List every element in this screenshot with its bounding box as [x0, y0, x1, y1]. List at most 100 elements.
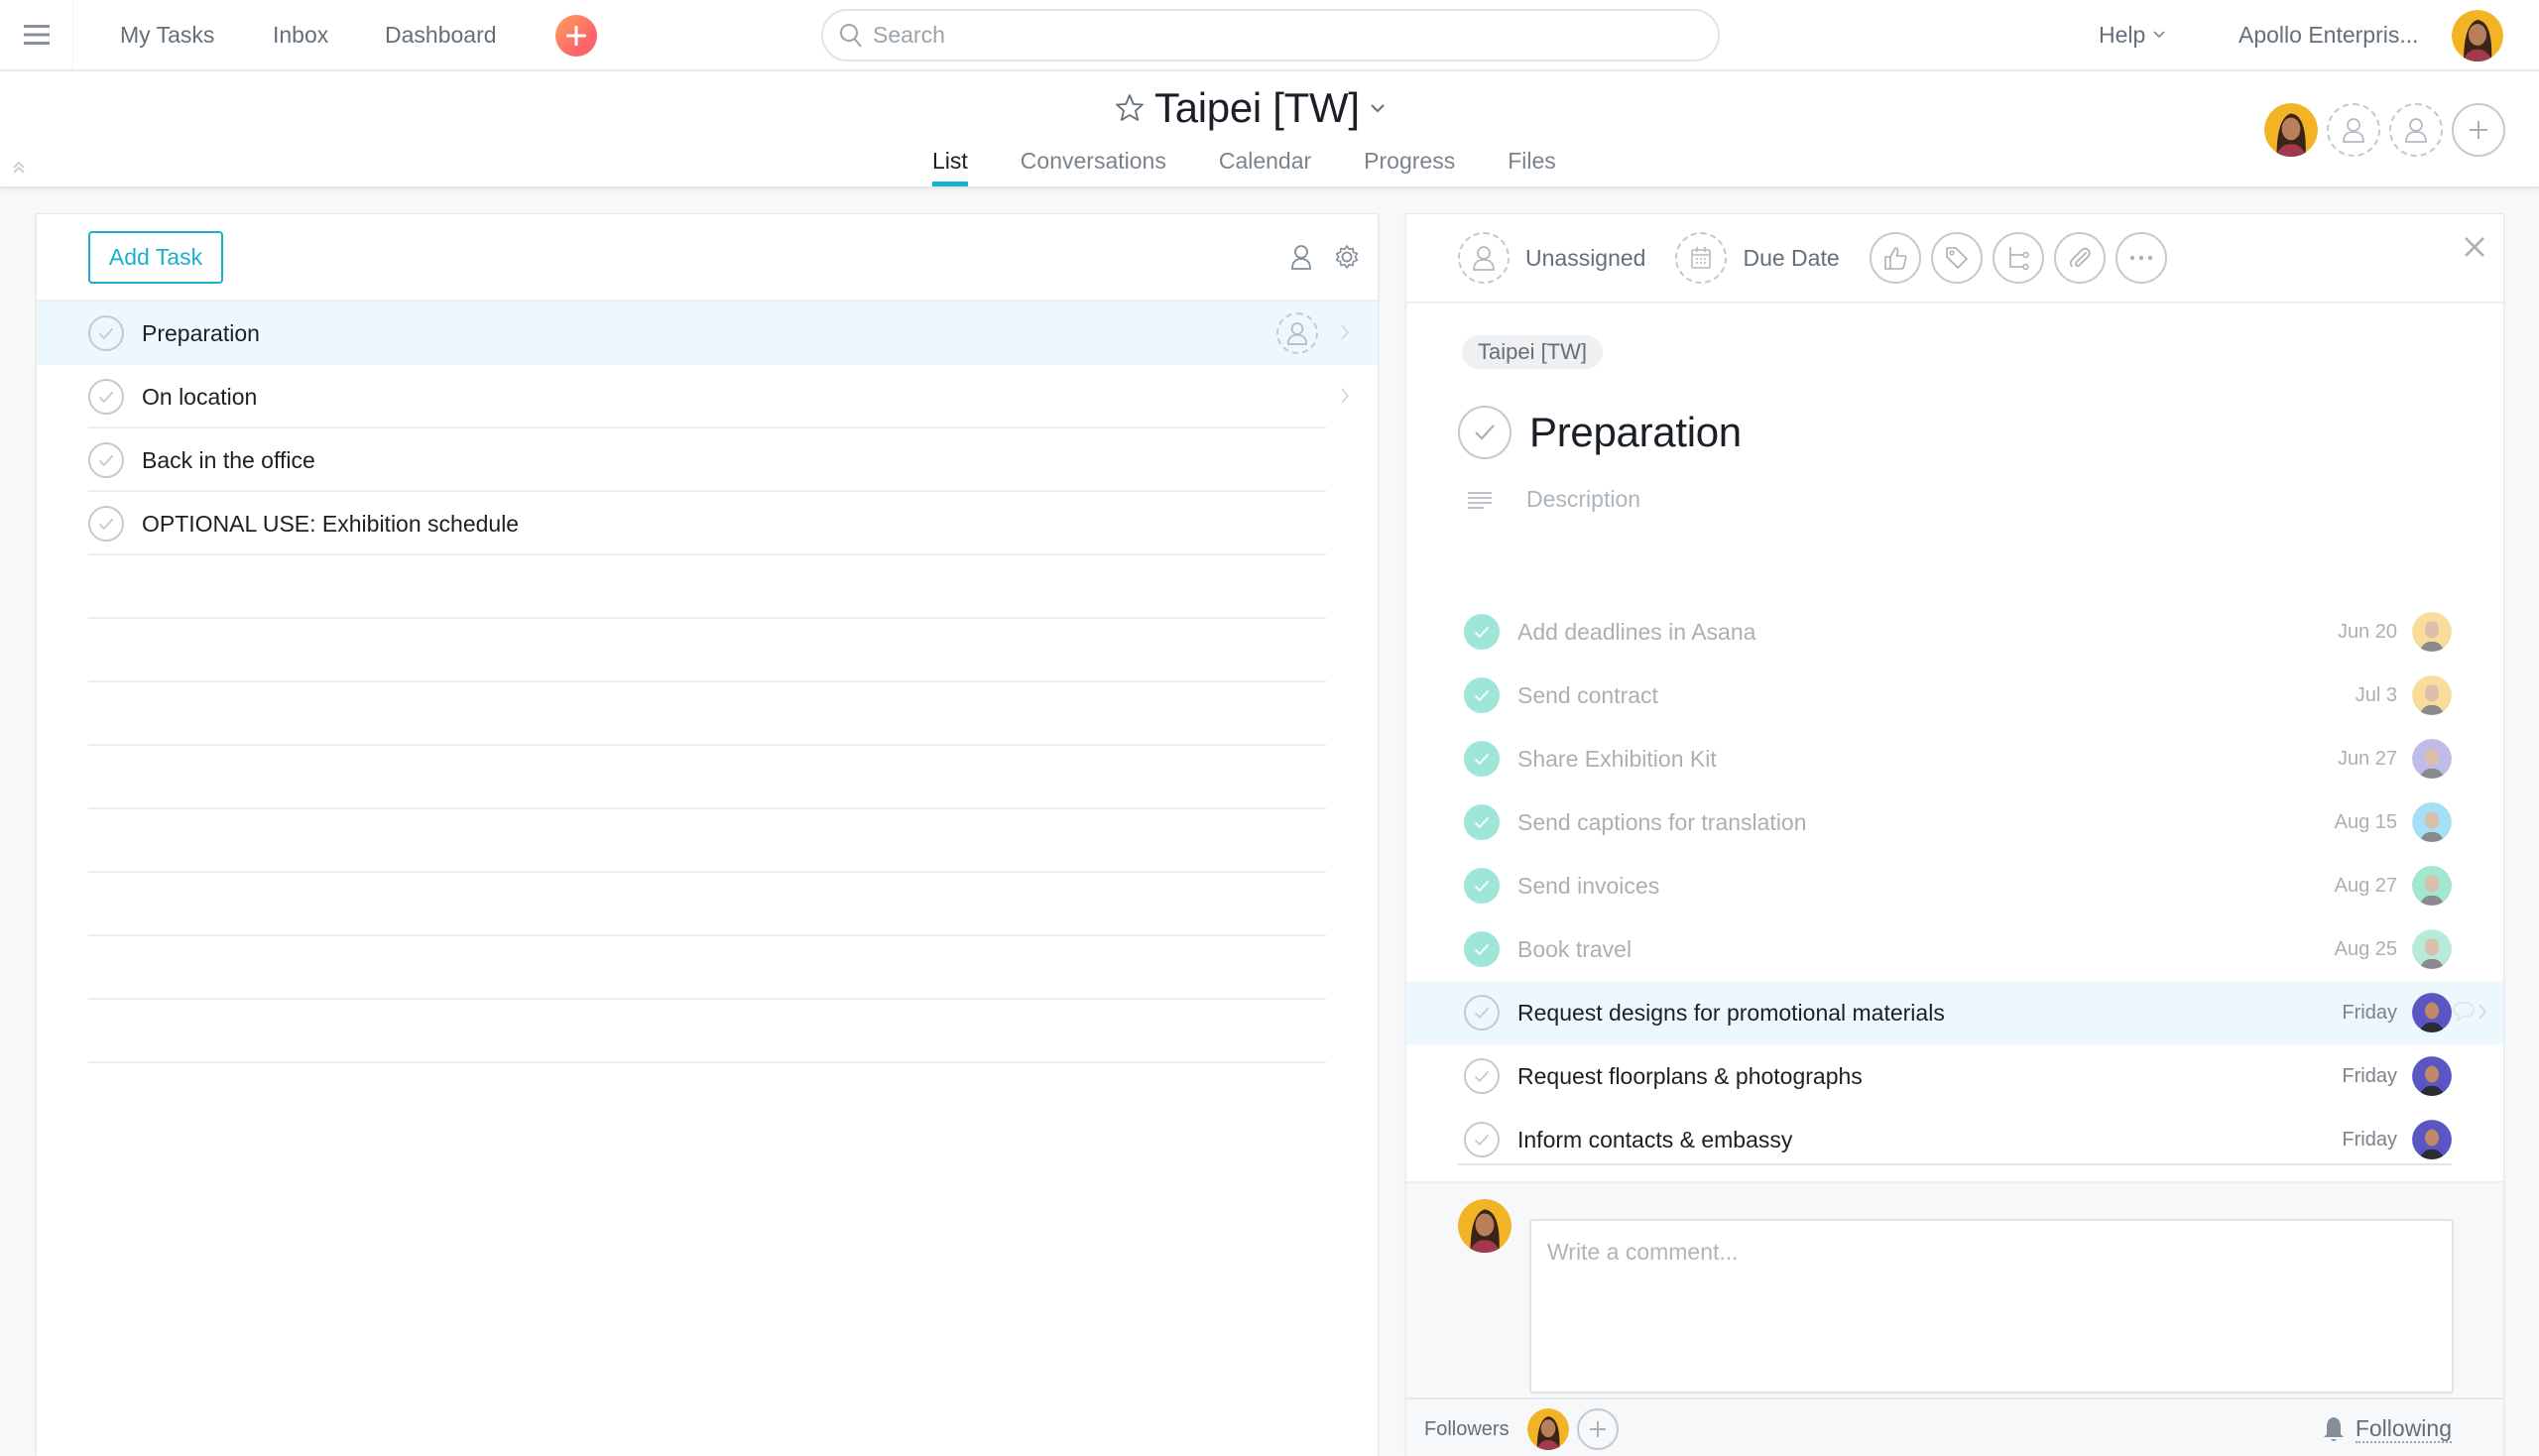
member-avatar[interactable] — [2264, 103, 2318, 157]
subtask-name[interactable]: Send invoices — [1517, 873, 1659, 900]
search-input[interactable] — [873, 22, 1686, 49]
attachment-button[interactable] — [2053, 232, 2106, 284]
subtask-due-date[interactable]: Jun 27 — [2338, 748, 2397, 771]
tab-list[interactable]: List — [932, 143, 968, 186]
subtask-assignee-avatar[interactable] — [2412, 929, 2452, 969]
subtask-checkbox[interactable] — [1464, 677, 1500, 713]
subtask-checkbox[interactable] — [1464, 804, 1500, 840]
add-follower-button[interactable] — [1576, 1408, 1619, 1450]
empty-task-row[interactable] — [37, 1000, 1378, 1063]
empty-task-row[interactable] — [37, 746, 1378, 809]
subtask-checkbox[interactable] — [1464, 1122, 1500, 1157]
nav-inbox[interactable]: Inbox — [273, 0, 328, 69]
subtask-name[interactable]: Book travel — [1517, 936, 1632, 963]
subtask-assignee-avatar[interactable] — [2412, 993, 2452, 1032]
add-task-button[interactable]: Add Task — [88, 231, 223, 284]
collapse-header-button[interactable] — [12, 161, 26, 175]
follower-avatar[interactable] — [1526, 1408, 1569, 1450]
tab-files[interactable]: Files — [1508, 143, 1556, 186]
project-pill[interactable]: Taipei [TW] — [1462, 335, 1604, 369]
subtask-name[interactable]: Inform contacts & embassy — [1517, 1127, 1792, 1153]
subtask-row[interactable]: Request designs for promotional material… — [1406, 981, 2503, 1044]
close-detail-button[interactable] — [2464, 236, 2485, 258]
task-row[interactable]: Back in the office — [37, 428, 1378, 492]
subtask-name[interactable]: Request floorplans & photographs — [1517, 1063, 1863, 1090]
empty-task-row[interactable] — [37, 555, 1378, 619]
help-menu[interactable]: Help — [2099, 0, 2165, 69]
nav-dashboard[interactable]: Dashboard — [385, 0, 497, 69]
task-row[interactable]: Preparation — [37, 302, 1378, 365]
task-details-button[interactable] — [1340, 323, 1350, 341]
subtask-checkbox[interactable] — [1464, 741, 1500, 777]
task-checkbox[interactable] — [88, 442, 124, 478]
subtask-checkbox[interactable] — [1464, 995, 1500, 1031]
task-row[interactable]: On location — [37, 365, 1378, 428]
subtask-due-date[interactable]: Friday — [2342, 1002, 2397, 1025]
subtask-row[interactable]: Request floorplans & photographs Friday — [1406, 1044, 2503, 1108]
subtask-assignee-avatar[interactable] — [2412, 612, 2452, 652]
subtask-due-date[interactable]: Friday — [2342, 1129, 2397, 1152]
subtask-row[interactable]: Inform contacts & embassy Friday — [1406, 1108, 2503, 1171]
tab-calendar[interactable]: Calendar — [1219, 143, 1311, 186]
comment-input[interactable] — [1529, 1219, 2454, 1394]
subtask-row[interactable]: Share Exhibition Kit Jun 27 — [1406, 727, 2503, 790]
subtask-row[interactable]: Add deadlines in Asana Jun 20 — [1406, 600, 2503, 664]
project-title[interactable]: Taipei [TW] — [1154, 84, 1360, 132]
subtask-due-date[interactable]: Friday — [2342, 1065, 2397, 1088]
subtask-due-date[interactable]: Jun 20 — [2338, 621, 2397, 644]
subtask-assignee-avatar[interactable] — [2412, 802, 2452, 842]
following-toggle[interactable]: Following — [2322, 1415, 2452, 1443]
chevron-down-icon[interactable] — [1370, 103, 1386, 113]
empty-task-row[interactable] — [37, 873, 1378, 936]
task-name[interactable]: On location — [142, 384, 257, 411]
assignee-button[interactable]: Unassigned — [1458, 232, 1645, 284]
complete-task-checkbox[interactable] — [1458, 406, 1511, 459]
sidebar-toggle-button[interactable] — [0, 0, 73, 69]
subtask-due-date[interactable]: Aug 27 — [2335, 875, 2397, 898]
subtask-name[interactable]: Send captions for translation — [1517, 809, 1807, 836]
task-name[interactable]: OPTIONAL USE: Exhibition schedule — [142, 511, 519, 538]
star-icon[interactable] — [1115, 93, 1145, 123]
tab-progress[interactable]: Progress — [1364, 143, 1455, 186]
empty-task-row[interactable] — [37, 809, 1378, 873]
more-actions-button[interactable] — [2115, 232, 2167, 284]
subtask-due-date[interactable]: Aug 25 — [2335, 938, 2397, 961]
task-checkbox[interactable] — [88, 315, 124, 351]
subtask-checkbox[interactable] — [1464, 931, 1500, 967]
subtask-assignee-avatar[interactable] — [2412, 739, 2452, 779]
subtask-due-date[interactable]: Jul 3 — [2356, 684, 2397, 707]
person-filter-icon[interactable] — [1290, 244, 1312, 270]
subtask-name[interactable]: Share Exhibition Kit — [1517, 746, 1717, 773]
subtask-name[interactable]: Send contract — [1517, 682, 1658, 709]
subtask-row[interactable]: Send invoices Aug 27 — [1406, 854, 2503, 917]
user-avatar[interactable] — [2452, 10, 2503, 61]
task-details-button[interactable] — [1340, 387, 1350, 405]
organization-switcher[interactable]: Apollo Enterpris... — [2238, 0, 2419, 69]
subtask-due-date[interactable]: Aug 15 — [2335, 811, 2397, 834]
task-title[interactable]: Preparation — [1529, 409, 1742, 456]
subtask-name[interactable]: Request designs for promotional material… — [1517, 1000, 1945, 1027]
nav-my-tasks[interactable]: My Tasks — [120, 0, 214, 69]
subtask-row[interactable]: Send contract Jul 3 — [1406, 664, 2503, 727]
like-button[interactable] — [1869, 232, 1921, 284]
subtask-row[interactable]: Book travel Aug 25 — [1406, 917, 2503, 981]
add-member-button[interactable] — [2452, 103, 2505, 157]
subtask-assignee-avatar[interactable] — [2412, 866, 2452, 906]
subtask-checkbox[interactable] — [1464, 1058, 1500, 1094]
empty-task-row[interactable] — [37, 936, 1378, 1000]
empty-task-row[interactable] — [37, 619, 1378, 682]
subtask-assignee-avatar[interactable] — [2412, 675, 2452, 715]
subtask-button[interactable] — [1992, 232, 2044, 284]
subtask-checkbox[interactable] — [1464, 614, 1500, 650]
task-checkbox[interactable] — [88, 379, 124, 415]
add-member-placeholder[interactable] — [2327, 103, 2380, 157]
add-member-placeholder[interactable] — [2389, 103, 2443, 157]
empty-task-row[interactable] — [37, 682, 1378, 746]
subtask-comments-button[interactable] — [2452, 1001, 2487, 1023]
subtask-assignee-avatar[interactable] — [2412, 1056, 2452, 1096]
search-bar[interactable] — [821, 9, 1720, 61]
subtask-row[interactable]: Send captions for translation Aug 15 — [1406, 790, 2503, 854]
task-name[interactable]: Preparation — [142, 320, 260, 347]
subtask-assignee-avatar[interactable] — [2412, 1120, 2452, 1159]
quick-add-button[interactable] — [555, 15, 597, 57]
